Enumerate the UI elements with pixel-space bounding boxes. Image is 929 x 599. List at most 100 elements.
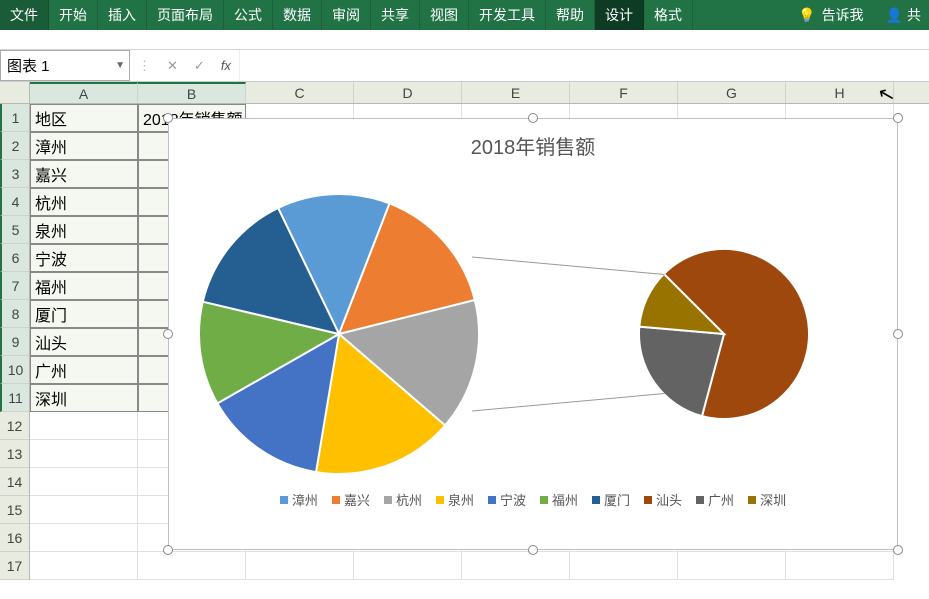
ribbon-tab-developer[interactable]: 开发工具 xyxy=(469,0,546,30)
row-header[interactable]: 12 xyxy=(0,412,29,440)
column-header[interactable]: E xyxy=(462,82,570,103)
legend-swatch xyxy=(384,496,392,504)
cell[interactable] xyxy=(30,468,138,496)
cell[interactable] xyxy=(570,552,678,580)
cell[interactable] xyxy=(30,412,138,440)
ribbon-tab-file[interactable]: 文件 xyxy=(0,0,49,30)
share-button[interactable]: 👤 共 xyxy=(878,0,929,30)
row-header[interactable]: 2 xyxy=(0,132,29,160)
cell[interactable]: 嘉兴 xyxy=(30,160,138,188)
name-box[interactable]: 图表 1 ▼ xyxy=(0,50,130,81)
cell[interactable] xyxy=(354,552,462,580)
ribbon-tab-pagelayout[interactable]: 页面布局 xyxy=(147,0,224,30)
cancel-icon[interactable]: ✕ xyxy=(167,58,178,74)
cell[interactable] xyxy=(30,552,138,580)
row-header[interactable]: 11 xyxy=(0,384,29,412)
chart-title[interactable]: 2018年销售额 xyxy=(169,119,897,164)
ribbon-tab-design[interactable]: 设计 xyxy=(595,0,644,30)
ribbon-tab-formulas[interactable]: 公式 xyxy=(224,0,273,30)
cell[interactable]: 泉州 xyxy=(30,216,138,244)
legend-item[interactable]: 漳州 xyxy=(280,490,318,509)
chart-object[interactable]: 2018年销售额 漳州嘉兴 杭州泉州宁波 福州厦门汕头广州深圳 xyxy=(168,118,898,550)
select-all-corner[interactable] xyxy=(0,82,29,104)
row-header[interactable]: 16 xyxy=(0,524,29,552)
fx-icon[interactable]: fx xyxy=(221,58,231,73)
ribbon-tab-data[interactable]: 数据 xyxy=(273,0,322,30)
row-header[interactable]: 14 xyxy=(0,468,29,496)
row-header[interactable]: 7 xyxy=(0,272,29,300)
column-header[interactable]: B xyxy=(138,82,246,103)
legend-item[interactable]: 宁波 xyxy=(488,490,526,509)
ribbon-tab-help[interactable]: 帮助 xyxy=(546,0,595,30)
cell[interactable] xyxy=(786,552,894,580)
ribbon-tab-view[interactable]: 视图 xyxy=(420,0,469,30)
legend-item[interactable]: 泉州 xyxy=(436,490,474,509)
column-header[interactable]: A xyxy=(30,82,138,103)
cell[interactable] xyxy=(30,440,138,468)
ribbon-tab-review[interactable]: 审阅 xyxy=(322,0,371,30)
legend-item[interactable]: 汕头 xyxy=(644,490,682,509)
ribbon-tab-home[interactable]: 开始 xyxy=(49,0,98,30)
column-header[interactable]: H xyxy=(786,82,894,103)
chevron-down-icon[interactable]: ▼ xyxy=(115,60,125,71)
dots-icon[interactable]: ⋮ xyxy=(138,58,151,74)
confirm-icon[interactable]: ✓ xyxy=(194,58,205,74)
cell[interactable]: 厦门 xyxy=(30,300,138,328)
legend-item[interactable]: 嘉兴 xyxy=(332,490,370,509)
resize-handle[interactable] xyxy=(163,545,173,555)
cell[interactable]: 福州 xyxy=(30,272,138,300)
resize-handle[interactable] xyxy=(893,113,903,123)
row-header[interactable]: 1 xyxy=(0,104,29,132)
row-header[interactable]: 6 xyxy=(0,244,29,272)
row-header[interactable]: 13 xyxy=(0,440,29,468)
legend-swatch xyxy=(488,496,496,504)
resize-handle[interactable] xyxy=(893,545,903,555)
ribbon-tab-format[interactable]: 格式 xyxy=(644,0,693,30)
legend-swatch xyxy=(748,496,756,504)
column-header[interactable]: D xyxy=(354,82,462,103)
row-header[interactable]: 10 xyxy=(0,356,29,384)
legend-item[interactable]: 深圳 xyxy=(748,490,786,509)
chart-plot-area[interactable] xyxy=(169,164,897,484)
column-header[interactable]: F xyxy=(570,82,678,103)
cell[interactable]: 宁波 xyxy=(30,244,138,272)
cell[interactable]: 汕头 xyxy=(30,328,138,356)
formula-input[interactable] xyxy=(240,50,929,81)
legend-item[interactable]: 广州 xyxy=(696,490,734,509)
cell[interactable] xyxy=(678,552,786,580)
cell[interactable]: 深圳 xyxy=(30,384,138,412)
legend-item[interactable]: 杭州 xyxy=(384,490,422,509)
cell[interactable] xyxy=(30,524,138,552)
ribbon-tab-share[interactable]: 共享 xyxy=(371,0,420,30)
cell[interactable] xyxy=(246,552,354,580)
row-header[interactable]: 3 xyxy=(0,160,29,188)
legend-item[interactable]: 福州 xyxy=(540,490,578,509)
legend-item[interactable]: 厦门 xyxy=(592,490,630,509)
legend-label: 福州 xyxy=(552,490,578,509)
cell[interactable] xyxy=(138,552,246,580)
tell-me-search[interactable]: 💡 告诉我 xyxy=(784,0,877,30)
row-header[interactable]: 4 xyxy=(0,188,29,216)
legend-label: 杭州 xyxy=(396,490,422,509)
row-header[interactable]: 15 xyxy=(0,496,29,524)
cell[interactable]: 广州 xyxy=(30,356,138,384)
cell[interactable]: 地区 xyxy=(30,104,138,132)
cell[interactable]: 杭州 xyxy=(30,188,138,216)
resize-handle[interactable] xyxy=(163,113,173,123)
row-header[interactable]: 17 xyxy=(0,552,29,580)
resize-handle[interactable] xyxy=(528,545,538,555)
ribbon-tab-insert[interactable]: 插入 xyxy=(98,0,147,30)
cell-grid[interactable]: 地区2018年销售额漳州嘉兴杭州泉州宁波福州厦门汕头广州深圳 2018年销售额 … xyxy=(30,104,929,580)
cell[interactable]: 漳州 xyxy=(30,132,138,160)
cell[interactable] xyxy=(462,552,570,580)
row-header[interactable]: 8 xyxy=(0,300,29,328)
resize-handle[interactable] xyxy=(528,113,538,123)
column-header[interactable]: C xyxy=(246,82,354,103)
legend-swatch xyxy=(540,496,548,504)
chart-legend[interactable]: 漳州嘉兴 杭州泉州宁波 福州厦门汕头广州深圳 xyxy=(169,484,897,515)
column-header[interactable]: G xyxy=(678,82,786,103)
share-icon: 👤 xyxy=(886,7,903,24)
cell[interactable] xyxy=(30,496,138,524)
row-header[interactable]: 9 xyxy=(0,328,29,356)
row-header[interactable]: 5 xyxy=(0,216,29,244)
